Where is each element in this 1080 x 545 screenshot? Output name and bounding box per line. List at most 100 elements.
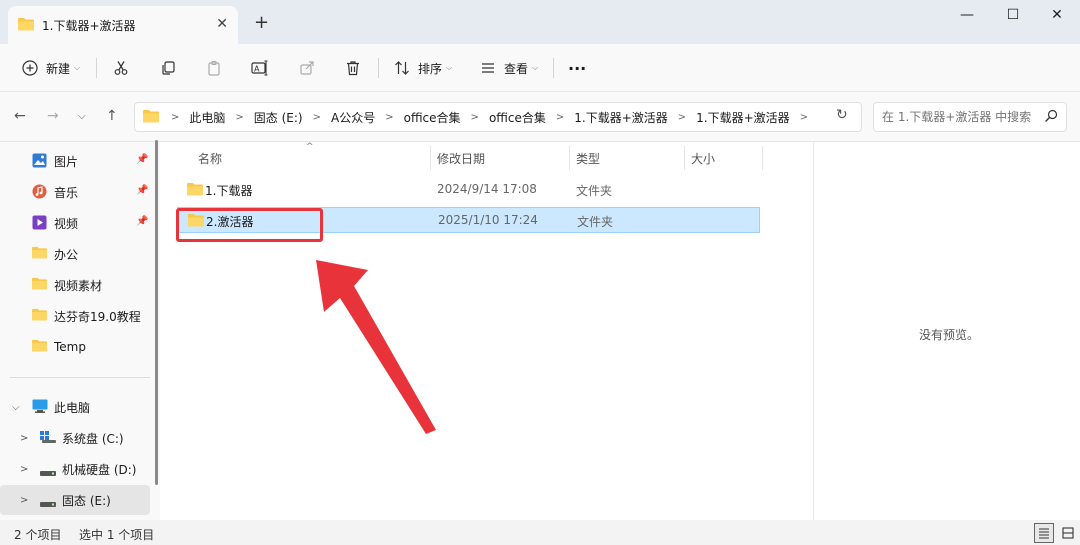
breadcrumb-item[interactable]: A公众号 > (331, 109, 404, 126)
column-divider[interactable] (569, 146, 570, 170)
sort-button[interactable]: 排序 ⌵ (392, 54, 452, 82)
close-tab-icon[interactable]: ✕ (216, 16, 228, 32)
back-arrow-icon[interactable]: ← (14, 108, 26, 124)
chevron-down-icon[interactable]: ⌵ (12, 402, 20, 413)
breadcrumb-item[interactable]: 1.下载器+激活器 > (574, 109, 696, 126)
column-header-name[interactable]: 名称 (198, 150, 222, 167)
folder-icon (32, 277, 47, 293)
up-arrow-icon[interactable]: ↑ (106, 108, 118, 124)
address-bar[interactable]: > 此电脑 > 固态 (E:) > A公众号 > office合集 > office合集… (134, 102, 949, 132)
chevron-right-icon[interactable]: > (20, 433, 28, 444)
sidebar-item-label: 固态 (E:) (62, 493, 111, 508)
file-modified: 2024/9/14 17:08 (437, 182, 537, 196)
pin-icon: 📌 (136, 216, 149, 227)
file-modified: 2025/1/10 17:24 (438, 213, 538, 227)
sidebar-item-label: 视频素材 (54, 278, 103, 293)
sidebar-item-label: 达芬奇19.0教程 (54, 309, 141, 324)
sidebar-item-label: 系统盘 (C:) (62, 431, 124, 446)
view-label: 查看 (504, 61, 529, 76)
share-icon (297, 58, 317, 78)
search-input[interactable] (882, 110, 1042, 124)
sidebar-scrollbar[interactable] (155, 140, 158, 485)
paste-icon (204, 58, 224, 78)
toolbar-divider (378, 58, 379, 78)
sidebar-item-pictures[interactable]: 图片 📌 (0, 146, 150, 176)
sidebar-item-video-assets[interactable]: 视频素材 (0, 270, 150, 300)
rename-icon: A (250, 58, 270, 78)
folder-icon (32, 308, 47, 324)
column-header-type[interactable]: 类型 (576, 150, 600, 167)
copy-icon (158, 58, 178, 78)
more-options-button[interactable]: ··· (568, 54, 586, 82)
breadcrumb-item[interactable]: 固态 (E:) > (254, 109, 331, 126)
view-button[interactable]: 查看 ⌵ (478, 54, 538, 82)
plus-circle-icon (20, 58, 40, 78)
sidebar-item-label: 办公 (54, 247, 79, 262)
folder-icon (187, 182, 203, 199)
breadcrumb-item[interactable]: 1.下载器+激活器 > (696, 109, 818, 126)
windows-drive-icon (40, 430, 56, 447)
window-tab[interactable]: 1.下载器+激活器 ✕ (8, 6, 238, 44)
delete-button[interactable] (343, 54, 363, 82)
share-button[interactable] (297, 54, 317, 82)
paste-button[interactable] (204, 54, 224, 82)
pin-icon: 📌 (136, 154, 149, 165)
drive-icon (40, 466, 56, 480)
column-divider[interactable] (430, 146, 431, 170)
sidebar-item-davinci-tutorial[interactable]: 达芬奇19.0教程 (0, 301, 150, 331)
file-name: 1.下载器 (205, 184, 253, 198)
refresh-icon[interactable]: ↻ (836, 107, 848, 123)
column-divider[interactable] (762, 146, 763, 170)
no-preview-text: 没有预览。 (919, 328, 980, 342)
drive-icon (40, 497, 56, 511)
table-row[interactable]: 1.下载器 2024/9/14 17:08 文件夹 (177, 177, 760, 203)
sidebar-item-music[interactable]: 音乐 📌 (0, 177, 150, 207)
chevron-right-icon[interactable]: > (20, 464, 28, 475)
sidebar-item-drive-c[interactable]: > 系统盘 (C:) (0, 423, 150, 453)
minimize-button[interactable]: — (944, 4, 990, 26)
new-button[interactable]: 新建 ⌵ (20, 54, 80, 82)
sidebar-item-office[interactable]: 办公 (0, 239, 150, 269)
copy-button[interactable] (158, 54, 178, 82)
column-divider[interactable] (684, 146, 685, 170)
rename-button[interactable]: A (250, 54, 270, 82)
cut-button[interactable] (111, 54, 131, 82)
command-bar: 新建 ⌵ A 排序 ⌵ 查看 ⌵ ··· (0, 44, 1080, 92)
forward-arrow-icon[interactable]: → (47, 108, 59, 124)
sidebar-item-temp[interactable]: Temp (0, 332, 150, 362)
sidebar-item-drive-d[interactable]: > 机械硬盘 (D:) (0, 454, 150, 484)
sidebar-item-this-pc[interactable]: ⌵ 此电脑 (0, 392, 150, 422)
new-tab-button[interactable]: + (254, 12, 269, 33)
details-view-button[interactable] (1034, 523, 1054, 543)
toolbar-divider (553, 58, 554, 78)
folder-icon (32, 339, 47, 355)
sidebar-item-label: 视频 (54, 216, 79, 231)
breadcrumb-separator[interactable]: > (171, 112, 189, 123)
maximize-button[interactable]: ☐ (990, 4, 1036, 26)
folder-icon (18, 17, 34, 34)
search-box[interactable] (873, 102, 1067, 132)
annotation-arrow-icon (316, 260, 436, 434)
tab-title: 1.下载器+激活器 (42, 18, 136, 33)
recent-locations-chevron-icon[interactable]: ⌵ (78, 111, 86, 122)
breadcrumb-item[interactable]: office合集 > (404, 109, 489, 126)
pin-icon: 📌 (136, 185, 149, 196)
sidebar-item-videos[interactable]: 视频 📌 (0, 208, 150, 238)
sidebar-item-drive-e[interactable]: > 固态 (E:) (0, 485, 150, 515)
tiles-view-button[interactable] (1058, 523, 1078, 543)
address-row: ← → ⌵ ↑ > 此电脑 > 固态 (E:) > A公众号 > office合集 > … (0, 92, 1080, 142)
chevron-down-icon: ⌵ (74, 63, 81, 72)
chevron-right-icon[interactable]: > (20, 495, 28, 506)
breadcrumb-item[interactable]: 此电脑 > (189, 109, 253, 126)
column-header-modified[interactable]: 修改日期 (437, 150, 485, 167)
sort-ascending-icon: ^ (306, 142, 314, 152)
selected-count: 选中 1 个项目 (79, 528, 155, 542)
annotation-highlight-box (176, 208, 323, 242)
breadcrumb-item[interactable]: office合集 > (489, 109, 574, 126)
close-window-button[interactable]: ✕ (1034, 4, 1080, 26)
search-icon[interactable] (1044, 109, 1058, 126)
view-icon (478, 58, 498, 78)
pictures-icon (32, 153, 47, 171)
sidebar-item-label: 机械硬盘 (D:) (62, 462, 137, 477)
column-header-size[interactable]: 大小 (691, 150, 715, 167)
